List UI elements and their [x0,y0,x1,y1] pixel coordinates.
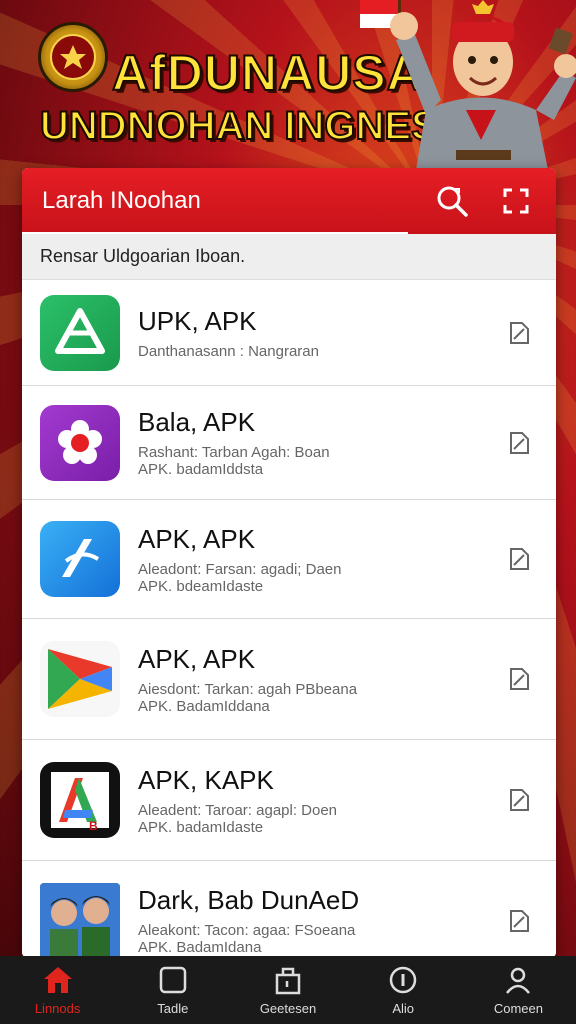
header-banner: AfDUNAUSA UNDNOHAN INGNESE [0,0,576,170]
nav-item-home[interactable]: Linnods [0,956,115,1024]
list-item[interactable]: APK, APK Aleadont: Farsan: agadi; Daen A… [22,500,556,619]
edit-icon[interactable] [504,318,534,348]
nav-label: Tadle [157,1000,189,1016]
list-item[interactable]: B APK, KAPK Aleadent: Taroar: agapl: Doe… [22,740,556,861]
mascot-illustration [390,0,576,170]
list-item[interactable]: Bala, APK Rashant: Tarban Agah: Boan APK… [22,386,556,500]
list-item[interactable]: Dark, Bab DunAeD Aleakont: Tacon: agaa: … [22,861,556,958]
nav-item-alio[interactable]: Alio [346,956,461,1024]
item-desc: Aleadent: Taroar: agapl: Doen [138,801,338,819]
card-title: Larah INoohan [42,187,201,214]
bag-icon [275,967,301,994]
google-drive-icon [40,294,120,371]
nav-item-tadle[interactable]: Tadle [115,956,230,1024]
app-list-card: Larah INoohan Rensar Uldgoarian Iboan. U… [22,168,556,958]
item-desc: Rashant: Tarban Agah: Boan [138,444,330,461]
info-circle-icon [389,966,417,993]
card-header: Larah INoohan [22,168,556,234]
nav-label: Comeen [493,1000,543,1016]
list-item[interactable]: APK, APK Aiesdont: Tarkan: agah PBbeana … [22,619,556,740]
item-title: UPK, APK [138,305,257,336]
item-desc-2: APK. badamIddsta [138,461,264,478]
app-list: UPK, APK Danthanasann : Nangraran Bala, … [22,280,556,958]
home-icon [43,966,72,993]
list-item[interactable]: UPK, APK Danthanasann : Nangraran [22,280,556,386]
edit-icon[interactable] [504,664,534,694]
play-store-icon [40,641,120,717]
edit-icon[interactable] [504,428,534,458]
edit-icon[interactable] [504,906,534,936]
item-desc-2: APK. BadamIddana [138,697,270,715]
square-icon [159,966,187,993]
bottom-nav: Linnods Tadle Geetesen Alio Comeen [0,956,576,1024]
item-desc: Aleakont: Tacon: agaa: FSoeana [138,922,356,939]
item-desc-2: APK. bdeamIdaste [138,577,264,595]
nav-item-comeen[interactable]: Comeen [461,956,576,1024]
subheader: Rensar Uldgoarian Iboan. [22,234,556,280]
item-desc-2: APK. BadamIdana [138,939,262,956]
banner-title-line1: AfDUNAUSA [111,44,424,102]
emblem-logo [38,22,108,92]
nav-label: Geetesen [259,1000,317,1016]
item-desc: Aleadont: Farsan: agadi; Daen [138,560,342,578]
nav-label: Alio [392,1000,415,1016]
item-desc-2: APK. badamIdaste [138,818,264,836]
title-underline [22,232,408,234]
item-title: Bala, APK [138,407,256,437]
item-title: APK, KAPK [138,764,274,795]
nav-item-geetesen[interactable]: Geetesen [230,956,345,1024]
apk-logo-icon: B [40,762,120,838]
flower-app-icon [40,404,120,481]
edit-icon[interactable] [504,544,534,574]
item-title: Dark, Bab DunAeD [138,885,360,915]
item-desc: Aiesdont: Tarkan: agah PBbeana [138,680,358,698]
search-icon[interactable] [432,181,472,221]
expand-icon[interactable] [496,181,536,221]
game-characters-icon [40,882,120,958]
item-title: APK, APK [138,523,256,554]
item-desc: Danthanasann : Nangraran [138,342,319,360]
edit-icon[interactable] [504,785,534,815]
app-store-icon [40,521,120,597]
item-title: APK, APK [138,643,256,674]
svg-text:B: B [89,819,98,833]
nav-label: Linnods [34,1000,81,1016]
user-icon [506,967,531,994]
